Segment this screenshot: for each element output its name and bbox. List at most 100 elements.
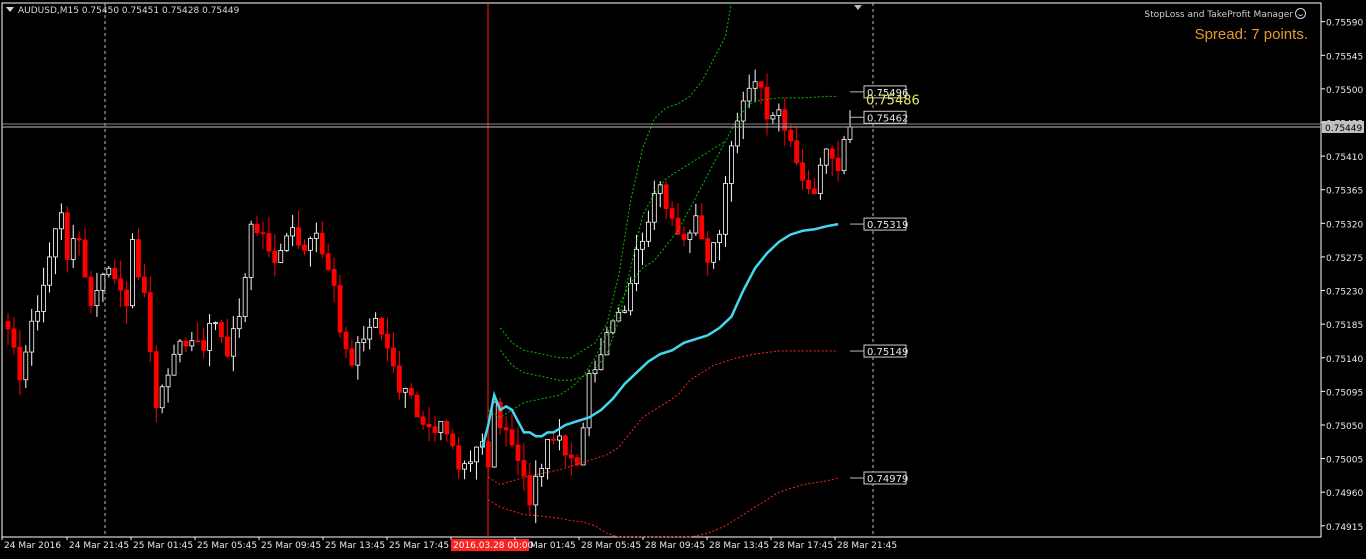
candle-body (260, 232, 266, 235)
candle-body (242, 277, 248, 318)
candle (177, 339, 183, 363)
y-tick-label: 0.75005 (1326, 456, 1363, 466)
candle-body (147, 292, 153, 352)
candle-body (53, 228, 58, 258)
candle (426, 407, 432, 442)
candle-body (806, 179, 811, 190)
candle (729, 140, 734, 202)
x-tick-label: 28 Mar 21:45 (837, 541, 897, 551)
smiley-icon[interactable] (1295, 8, 1306, 19)
chart-canvas[interactable]: 0.754960.754620.753190.751490.749790.754… (0, 0, 1366, 559)
candle (17, 329, 23, 396)
candle (592, 360, 598, 383)
candle (823, 148, 829, 174)
candle (533, 460, 539, 524)
overlay-value-text: 0.75486 (866, 93, 920, 108)
candle (64, 206, 70, 273)
candle-body (230, 328, 236, 357)
candle-body (723, 183, 728, 235)
candle (545, 438, 550, 480)
candle-body (485, 441, 491, 468)
candle (539, 463, 545, 487)
candle-body (729, 145, 734, 184)
candle-body (817, 164, 823, 195)
candle (373, 312, 379, 329)
candle (770, 112, 776, 124)
candle-body (699, 215, 705, 240)
price-label: 0.75149 (850, 344, 908, 358)
candle-body (562, 435, 568, 456)
candle (432, 416, 438, 442)
candle-body (254, 223, 260, 234)
candle-body (248, 223, 254, 278)
candle-body (373, 318, 379, 328)
candle (402, 387, 408, 408)
candle (622, 305, 628, 314)
candle-body (331, 269, 337, 286)
candle (272, 234, 278, 277)
candle-body (189, 340, 195, 347)
candle-body (64, 212, 70, 260)
candle-body (171, 353, 177, 376)
candle-body (515, 444, 521, 461)
candle-body (284, 235, 290, 251)
candle (94, 272, 100, 317)
candle-body (788, 129, 794, 142)
candle-body (207, 323, 213, 351)
candle-body (88, 276, 94, 306)
candle-body (272, 250, 278, 263)
candle (699, 203, 705, 240)
candle (450, 429, 456, 450)
candle (296, 210, 301, 250)
candle (29, 309, 35, 366)
y-tick-label: 0.75410 (1326, 153, 1363, 163)
candle (414, 391, 420, 418)
candle (462, 460, 467, 480)
x-tick-label: 28 Mar 09:45 (645, 541, 705, 551)
candle-body (645, 221, 651, 242)
candle (58, 203, 64, 241)
candle (213, 321, 218, 331)
candle (420, 411, 426, 430)
candle (319, 220, 325, 259)
candle (568, 442, 574, 476)
candle-body (124, 289, 129, 307)
expert-advisor-label[interactable]: StopLoss and TakeProfit Manager (1144, 8, 1306, 20)
candle (337, 274, 343, 338)
candle-body (456, 445, 462, 470)
candle-body (823, 148, 829, 166)
y-tick-label: 0.75275 (1326, 254, 1363, 264)
candle-body (302, 244, 307, 251)
candle (35, 295, 41, 331)
candle (130, 233, 135, 309)
candle (794, 126, 800, 165)
candle (598, 338, 604, 371)
candle (557, 419, 562, 451)
dropdown-triangle-icon[interactable] (6, 7, 14, 12)
candle (308, 236, 313, 267)
candle (669, 201, 675, 226)
candle-body (663, 184, 669, 209)
candle-body (266, 233, 272, 252)
upper-envelope-outer-line (499, 2, 732, 359)
candle (361, 326, 367, 352)
candle (242, 273, 248, 323)
candle-body (474, 446, 479, 463)
candle (408, 382, 414, 399)
candle-body (568, 454, 574, 459)
candle-body (106, 267, 112, 276)
candle-body (444, 421, 450, 435)
candle-body (770, 115, 776, 120)
candle-body (539, 468, 545, 477)
upper-envelope-inner-line (499, 140, 726, 381)
candle-body (159, 386, 165, 409)
candle-body (800, 162, 805, 181)
candle-body (758, 81, 764, 88)
candle (124, 281, 129, 325)
candle-body (847, 126, 853, 140)
candle (705, 231, 711, 276)
candle (82, 227, 88, 278)
lower-envelope-far-line (488, 477, 839, 538)
chart-window[interactable]: 0.75496 0.75462 0.75319 0.75149 0.74979 0.754… (0, 0, 1366, 559)
y-tick-label: 0.75590 (1326, 19, 1363, 29)
